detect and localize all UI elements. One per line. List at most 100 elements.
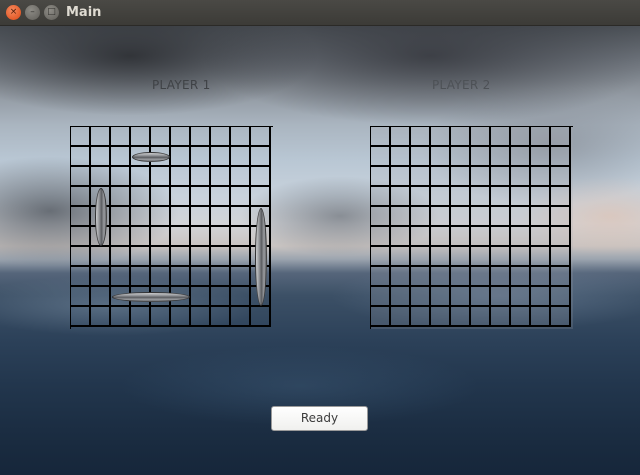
player-2-grid-cell[interactable]: [371, 207, 391, 227]
player-1-grid-cell[interactable]: [251, 307, 271, 327]
player-1-grid-cell[interactable]: [191, 167, 211, 187]
player-2-grid-cell[interactable]: [451, 307, 471, 327]
player-1-grid-cell[interactable]: [251, 127, 271, 147]
player-2-grid-cell[interactable]: [551, 287, 571, 307]
player-1-grid-cell[interactable]: [131, 307, 151, 327]
ship-horizontal-top[interactable]: [132, 152, 170, 162]
player-1-grid-cell[interactable]: [71, 167, 91, 187]
player-2-grid-cell[interactable]: [471, 147, 491, 167]
player-2-grid-cell[interactable]: [511, 167, 531, 187]
player-2-grid-cell[interactable]: [451, 167, 471, 187]
player-2-grid-cell[interactable]: [431, 207, 451, 227]
player-1-grid-cell[interactable]: [151, 307, 171, 327]
player-1-grid-cell[interactable]: [151, 207, 171, 227]
player-2-grid-cell[interactable]: [531, 207, 551, 227]
player-2-grid-cell[interactable]: [391, 247, 411, 267]
player-1-grid-cell[interactable]: [231, 187, 251, 207]
player-2-grid-cell[interactable]: [391, 127, 411, 147]
ship-vertical-right[interactable]: [255, 208, 267, 306]
player-1-grid-cell[interactable]: [131, 167, 151, 187]
player-1-grid-cell[interactable]: [151, 247, 171, 267]
player-2-grid-cell[interactable]: [371, 227, 391, 247]
player-1-grid-cell[interactable]: [151, 267, 171, 287]
player-2-grid-cell[interactable]: [531, 227, 551, 247]
player-1-grid-cell[interactable]: [191, 307, 211, 327]
player-1-grid-cell[interactable]: [191, 247, 211, 267]
player-2-grid-cell[interactable]: [391, 207, 411, 227]
player-2-grid-cell[interactable]: [431, 267, 451, 287]
player-2-grid-cell[interactable]: [431, 167, 451, 187]
player-1-grid-cell[interactable]: [171, 147, 191, 167]
close-window-button[interactable]: ×: [6, 5, 21, 20]
player-2-grid-cell[interactable]: [391, 307, 411, 327]
player-2-grid-cell[interactable]: [531, 167, 551, 187]
player-2-grid-cell[interactable]: [451, 187, 471, 207]
player-1-grid-cell[interactable]: [171, 127, 191, 147]
player-2-grid-cell[interactable]: [411, 127, 431, 147]
player-1-grid-cell[interactable]: [171, 167, 191, 187]
player-1-grid-cell[interactable]: [71, 287, 91, 307]
player-2-grid-cell[interactable]: [511, 307, 531, 327]
player-2-grid-cell[interactable]: [531, 267, 551, 287]
player-2-grid-cell[interactable]: [531, 127, 551, 147]
player-1-grid-cell[interactable]: [191, 187, 211, 207]
player-1-grid-cell[interactable]: [191, 227, 211, 247]
player-1-grid-cell[interactable]: [231, 267, 251, 287]
player-2-grid-cell[interactable]: [511, 127, 531, 147]
player-1-grid-cell[interactable]: [111, 227, 131, 247]
player-1-grid-cell[interactable]: [231, 227, 251, 247]
player-2-grid-cell[interactable]: [431, 227, 451, 247]
player-1-grid-cell[interactable]: [171, 187, 191, 207]
player-1-grid-cell[interactable]: [131, 207, 151, 227]
player-2-grid-cell[interactable]: [451, 247, 471, 267]
player-2-grid-cell[interactable]: [451, 127, 471, 147]
player-1-grid-cell[interactable]: [131, 227, 151, 247]
player-1-grid-cell[interactable]: [231, 207, 251, 227]
player-2-grid-cell[interactable]: [431, 247, 451, 267]
player-2-grid-cell[interactable]: [391, 167, 411, 187]
player-1-grid-cell[interactable]: [211, 287, 231, 307]
player-2-grid-cell[interactable]: [471, 127, 491, 147]
player-2-grid-cell[interactable]: [471, 267, 491, 287]
player-1-grid-cell[interactable]: [251, 147, 271, 167]
player-1-grid-cell[interactable]: [131, 187, 151, 207]
minimize-window-button[interactable]: –: [25, 5, 40, 20]
player-2-grid-cell[interactable]: [411, 147, 431, 167]
player-1-grid-cell[interactable]: [231, 167, 251, 187]
player-2-grid-cell[interactable]: [391, 287, 411, 307]
player-2-grid-cell[interactable]: [511, 187, 531, 207]
player-2-grid-cell[interactable]: [511, 207, 531, 227]
player-2-grid-cell[interactable]: [411, 207, 431, 227]
player-2-grid-cell[interactable]: [511, 247, 531, 267]
player-1-grid-cell[interactable]: [171, 207, 191, 227]
player-2-grid-cell[interactable]: [491, 207, 511, 227]
ship-horizontal-bottom[interactable]: [112, 292, 190, 302]
player-2-grid-cell[interactable]: [411, 167, 431, 187]
player-2-grid-cell[interactable]: [551, 267, 571, 287]
player-1-grid-cell[interactable]: [211, 267, 231, 287]
player-1-grid-cell[interactable]: [211, 147, 231, 167]
player-1-grid-cell[interactable]: [171, 227, 191, 247]
player-2-grid-cell[interactable]: [551, 247, 571, 267]
player-2-grid-cell[interactable]: [551, 147, 571, 167]
player-1-grid-cell[interactable]: [251, 187, 271, 207]
player-2-grid-cell[interactable]: [431, 147, 451, 167]
player-2-grid-cell[interactable]: [531, 187, 551, 207]
player-2-grid-cell[interactable]: [511, 267, 531, 287]
ship-vertical-left[interactable]: [95, 188, 107, 246]
player-2-grid-cell[interactable]: [431, 127, 451, 147]
player-2-grid-cell[interactable]: [371, 167, 391, 187]
player-2-grid-cell[interactable]: [531, 287, 551, 307]
player-2-grid-cell[interactable]: [471, 247, 491, 267]
player-2-grid-cell[interactable]: [471, 227, 491, 247]
player-2-grid-cell[interactable]: [411, 247, 431, 267]
player-1-grid-cell[interactable]: [231, 287, 251, 307]
player-2-grid-cell[interactable]: [551, 207, 571, 227]
player-1-grid-cell[interactable]: [171, 247, 191, 267]
player-1-grid-cell[interactable]: [231, 307, 251, 327]
player-2-grid-cell[interactable]: [411, 227, 431, 247]
player-2-grid-cell[interactable]: [391, 267, 411, 287]
player-2-grid-cell[interactable]: [491, 187, 511, 207]
player-2-grid-cell[interactable]: [491, 127, 511, 147]
player-1-grid-cell[interactable]: [71, 127, 91, 147]
